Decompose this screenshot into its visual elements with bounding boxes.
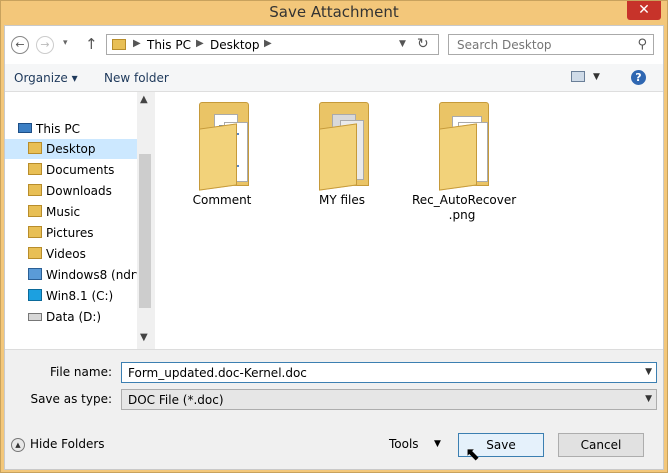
tree-item-label: Music	[46, 205, 81, 219]
folder-icon	[28, 184, 42, 196]
folder-front	[199, 123, 237, 191]
new-folder-button[interactable]: New folder	[104, 71, 169, 85]
tree-item-win81-c[interactable]: Win8.1 (C:)	[5, 286, 137, 306]
recent-locations-chevron-icon[interactable]: ▾	[63, 38, 68, 48]
file-item-comment[interactable]: Comment	[172, 92, 272, 232]
tree-item-music[interactable]: Music	[5, 202, 137, 222]
tree-item-desktop[interactable]: Desktop	[5, 139, 137, 159]
scroll-up-icon[interactable]: ▲	[140, 94, 148, 105]
mouse-cursor-icon: ⬉	[465, 444, 481, 465]
chevron-down-icon: ▼	[434, 439, 441, 449]
navigation-pane-scrollbar[interactable]: ▲ ▼	[137, 92, 153, 349]
help-icon[interactable]: ?	[631, 70, 646, 85]
search-icon[interactable]: ⚲	[637, 37, 647, 52]
organize-menu[interactable]: Organize ▾	[14, 71, 78, 85]
up-button[interactable]: ↑	[85, 35, 98, 53]
chevron-down-icon[interactable]: ▼	[645, 367, 652, 377]
tree-item-label: Data (D:)	[46, 310, 102, 324]
tree-item-label: This PC	[36, 122, 80, 136]
tree-item-windows8-network[interactable]: Windows8 (ndrw	[5, 265, 146, 285]
forward-button[interactable]: →	[36, 36, 54, 54]
back-button[interactable]: ←	[11, 36, 29, 54]
view-options-dropdown-icon[interactable]: ▼	[593, 72, 600, 82]
file-item-label: Comment	[192, 193, 252, 207]
tree-item-downloads[interactable]: Downloads	[5, 181, 137, 201]
tree-item-pictures[interactable]: Pictures	[5, 223, 137, 243]
command-bar: Organize ▾ New folder ▼ ?	[5, 64, 663, 92]
close-button[interactable]: ✕	[627, 1, 661, 20]
file-list-pane: Comment MY files Rec_AutoRecover .png	[155, 92, 663, 349]
save-as-type-select[interactable]: DOC File (*.doc) ▼	[121, 389, 657, 410]
filename-combobox[interactable]: ▼	[121, 362, 657, 383]
chevron-right-icon[interactable]: ▶	[264, 38, 272, 49]
folder-icon	[28, 247, 42, 259]
folder-icon	[28, 205, 42, 217]
file-item-label: MY files	[318, 193, 366, 207]
chevron-right-icon[interactable]: ▶	[133, 38, 141, 49]
address-bar[interactable]: ▶ This PC ▶ Desktop ▶ ▼ ↻	[106, 34, 439, 55]
breadcrumb-desktop[interactable]: Desktop	[210, 38, 260, 52]
navigation-pane: This PC Desktop Documents Downloads Musi…	[5, 92, 153, 349]
save-form: File name: ▼ Save as type: DOC File (*.d…	[5, 349, 663, 469]
tools-label: Tools	[389, 437, 419, 451]
hide-folders-label: Hide Folders	[30, 437, 105, 451]
file-item-label-extension: .png	[448, 208, 476, 222]
windows-drive-icon	[28, 289, 42, 301]
collapse-up-icon: ▲	[11, 438, 25, 452]
search-box[interactable]: ⚲	[448, 34, 654, 55]
breadcrumb-this-pc[interactable]: This PC	[147, 38, 191, 52]
network-drive-icon	[28, 268, 42, 280]
tree-item-label: Win8.1 (C:)	[46, 289, 114, 303]
cancel-button[interactable]: Cancel	[558, 433, 644, 457]
tree-item-label: Documents	[46, 163, 115, 177]
folder-icon	[28, 163, 42, 175]
search-input[interactable]	[449, 35, 637, 54]
title-bar[interactable]: Save Attachment ✕	[1, 1, 667, 25]
dialog-body: ← → ▾ ↑ ▶ This PC ▶ Desktop ▶ ▼ ↻ ⚲ Orga…	[4, 25, 664, 470]
tree-item-label: Videos	[46, 247, 86, 261]
address-dropdown-icon[interactable]: ▼	[399, 39, 406, 49]
savetype-label: Save as type:	[30, 392, 112, 406]
tree-item-documents[interactable]: Documents	[5, 160, 137, 180]
tree-item-label: Desktop	[46, 142, 96, 156]
drive-icon	[28, 313, 42, 321]
tree-item-label: Pictures	[46, 226, 94, 240]
tree-item-label: Downloads	[46, 184, 112, 198]
folder-icon	[28, 142, 42, 154]
folder-icon	[112, 39, 126, 50]
refresh-icon[interactable]: ↻	[417, 36, 429, 52]
folder-front	[439, 123, 477, 191]
tree-item-label: Windows8 (ndrw	[46, 268, 146, 282]
folder-front	[319, 123, 357, 191]
scroll-down-icon[interactable]: ▼	[140, 332, 148, 343]
filename-input[interactable]	[122, 363, 638, 382]
tree-item-videos[interactable]: Videos	[5, 244, 137, 264]
change-view-icon[interactable]	[571, 71, 585, 82]
file-item-my-files[interactable]: MY files	[292, 92, 392, 232]
scrollbar-thumb[interactable]	[139, 154, 151, 308]
tree-item-data-d[interactable]: Data (D:)	[5, 307, 137, 327]
save-attachment-dialog: Save Attachment ✕ ← → ▾ ↑ ▶ This PC ▶ De…	[0, 0, 668, 473]
chevron-down-icon[interactable]: ▼	[645, 394, 652, 404]
file-item-rec-autorecover[interactable]: Rec_AutoRecover .png	[412, 92, 517, 232]
file-item-label: Rec_AutoRecover	[412, 193, 517, 207]
tree-item-this-pc[interactable]: This PC	[5, 119, 137, 139]
navigation-bar: ← → ▾ ↑ ▶ This PC ▶ Desktop ▶ ▼ ↻ ⚲	[5, 26, 663, 64]
pc-icon	[18, 123, 32, 133]
save-as-type-value: DOC File (*.doc)	[128, 393, 224, 407]
window-title: Save Attachment	[269, 3, 399, 21]
filename-label: File name:	[50, 365, 112, 379]
folder-icon	[28, 226, 42, 238]
chevron-right-icon[interactable]: ▶	[196, 38, 204, 49]
